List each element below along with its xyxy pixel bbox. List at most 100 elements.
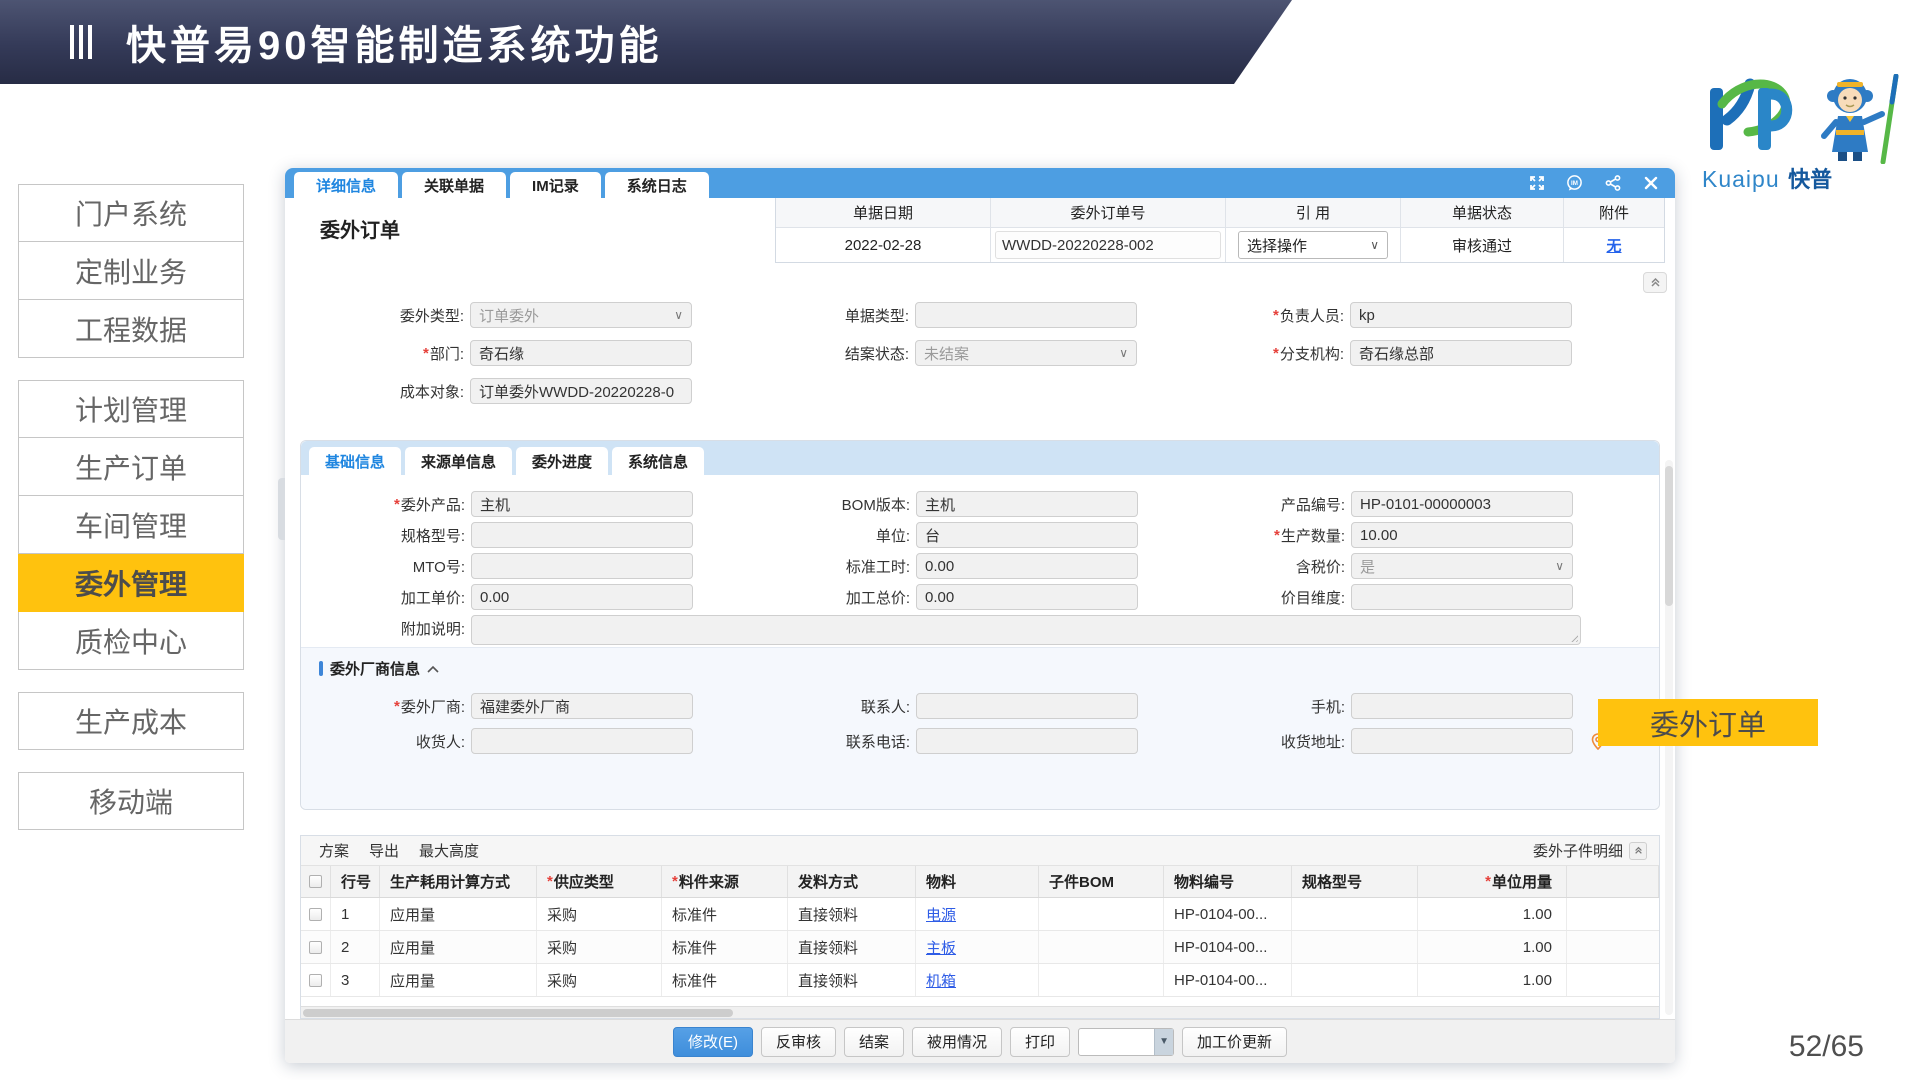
sidebar-item-engineering-data[interactable]: 工程数据 xyxy=(18,300,244,358)
bom-version-input[interactable]: 主机 xyxy=(916,491,1138,517)
reference-select[interactable]: 选择操作 ∨ xyxy=(1238,231,1388,259)
field-label: 成本对象: xyxy=(285,381,470,402)
contact-phone-input[interactable] xyxy=(916,728,1138,754)
delivery-address-input[interactable] xyxy=(1351,728,1573,754)
header-col-order-no: 委外订单号 xyxy=(991,198,1226,228)
grid-panel-label: 委外子件明细 xyxy=(1533,840,1623,861)
row-checkbox[interactable] xyxy=(309,941,322,954)
spec-model-input[interactable] xyxy=(471,522,693,548)
usage-status-button[interactable]: 被用情况 xyxy=(912,1027,1002,1057)
tab-detail-info[interactable]: 详细信息 xyxy=(294,172,398,198)
sidebar-item-portal[interactable]: 门户系统 xyxy=(18,184,244,242)
cell-material-source: 标准件 xyxy=(662,964,788,996)
logo-brand-zh: 快普 xyxy=(1788,167,1832,192)
export-button[interactable]: 导出 xyxy=(369,840,399,861)
attachment-link[interactable]: 无 xyxy=(1606,235,1621,256)
chevron-down-icon: ∨ xyxy=(1370,238,1379,252)
print-button[interactable]: 打印 xyxy=(1010,1027,1070,1057)
price-dimension-input[interactable] xyxy=(1351,584,1573,610)
tab-related-documents[interactable]: 关联单据 xyxy=(402,172,506,198)
horizontal-scrollbar[interactable] xyxy=(301,1006,1659,1018)
responsible-person-input[interactable]: kp xyxy=(1350,302,1572,328)
sidebar-item-quality-center[interactable]: 质检中心 xyxy=(18,612,244,670)
max-height-button[interactable]: 最大高度 xyxy=(419,840,479,861)
outsourcing-type-select[interactable]: 订单委外∨ xyxy=(470,302,692,328)
page-number: 52/65 xyxy=(1789,1030,1864,1064)
col-issue-method: 发料方式 xyxy=(788,866,916,897)
branch-input[interactable]: 奇石缘总部 xyxy=(1350,340,1572,366)
window-side-handle[interactable] xyxy=(278,478,285,540)
sidebar-item-plan-management[interactable]: 计划管理 xyxy=(18,380,244,438)
table-row[interactable]: 2 应用量 采购 标准件 直接领料 主板 HP-0104-00... 1.00 xyxy=(301,931,1659,964)
col-row-number: 行号 xyxy=(331,866,380,897)
table-row[interactable]: 1 应用量 采购 标准件 直接领料 电源 HP-0104-00... 1.00 xyxy=(301,898,1659,931)
scrollbar-thumb[interactable] xyxy=(303,1009,733,1017)
material-link[interactable]: 机箱 xyxy=(926,970,956,991)
tab-system-info[interactable]: 系统信息 xyxy=(612,447,704,475)
sidebar-item-outsourcing-management[interactable]: 委外管理 xyxy=(18,554,244,612)
production-qty-input[interactable]: 10.00 xyxy=(1351,522,1573,548)
tab-source-document[interactable]: 来源单信息 xyxy=(405,447,512,475)
child-items-grid: 方案 导出 最大高度 委外子件明细 行号 生产耗用计算方式 *供应类型 *料件来… xyxy=(300,835,1660,1019)
grid-collapse-button[interactable] xyxy=(1629,842,1647,860)
close-case-button[interactable]: 结案 xyxy=(844,1027,904,1057)
row-checkbox[interactable] xyxy=(309,908,322,921)
process-total-price-input[interactable]: 0.00 xyxy=(916,584,1138,610)
col-child-bom: 子件BOM xyxy=(1039,866,1164,897)
chevron-up-icon[interactable] xyxy=(427,665,439,673)
unapprove-button[interactable]: 反审核 xyxy=(761,1027,836,1057)
more-actions-select[interactable]: ▼ xyxy=(1078,1028,1174,1056)
closing-status-select[interactable]: 未结案∨ xyxy=(915,340,1137,366)
collapse-header-button[interactable] xyxy=(1643,272,1667,293)
select-all-checkbox[interactable] xyxy=(309,875,322,888)
row-checkbox[interactable] xyxy=(309,974,322,987)
scheme-button[interactable]: 方案 xyxy=(319,840,349,861)
department-input[interactable]: 奇石缘 xyxy=(470,340,692,366)
process-unit-price-input[interactable]: 0.00 xyxy=(471,584,693,610)
sidebar-item-production-cost[interactable]: 生产成本 xyxy=(18,692,244,750)
tab-basic-info[interactable]: 基础信息 xyxy=(309,447,401,475)
scrollbar-thumb[interactable] xyxy=(1665,466,1673,606)
title-bars-icon xyxy=(70,25,92,59)
document-header-table: 单据日期 委外订单号 引 用 单据状态 附件 2022-02-28 WWDD-2… xyxy=(775,198,1665,263)
outsourced-product-input[interactable]: 主机 xyxy=(471,491,693,517)
unit-input[interactable]: 台 xyxy=(916,522,1138,548)
tab-outsourcing-progress[interactable]: 委外进度 xyxy=(516,447,608,475)
mto-number-input[interactable] xyxy=(471,553,693,579)
tab-system-log[interactable]: 系统日志 xyxy=(605,172,709,198)
sidebar-item-workshop-management[interactable]: 车间管理 xyxy=(18,496,244,554)
cell-consumption-calc: 应用量 xyxy=(380,898,537,930)
field-label: *负责人员: xyxy=(1145,305,1350,326)
process-price-update-button[interactable]: 加工价更新 xyxy=(1182,1027,1287,1057)
field-label: 收货人: xyxy=(301,731,471,752)
fullscreen-icon[interactable] xyxy=(1528,175,1545,192)
cell-row-number: 3 xyxy=(331,964,380,996)
material-link[interactable]: 主板 xyxy=(926,937,956,958)
consignee-input[interactable] xyxy=(471,728,693,754)
cost-object-input[interactable]: 订单委外WWDD-20220228-0 xyxy=(470,378,692,404)
field-label: *分支机构: xyxy=(1145,343,1350,364)
table-row[interactable]: 3 应用量 采购 标准件 直接领料 机箱 HP-0104-00... 1.00 xyxy=(301,964,1659,997)
additional-notes-textarea[interactable] xyxy=(471,615,1581,645)
cell-material-source: 标准件 xyxy=(662,898,788,930)
product-code-input[interactable]: HP-0101-00000003 xyxy=(1351,491,1573,517)
sidebar-item-mobile[interactable]: 移动端 xyxy=(18,772,244,830)
document-date: 2022-02-28 xyxy=(776,228,991,262)
modify-button[interactable]: 修改(E) xyxy=(673,1027,753,1057)
mobile-input[interactable] xyxy=(1351,693,1573,719)
document-type-input[interactable] xyxy=(915,302,1137,328)
im-chat-icon[interactable]: IM xyxy=(1566,175,1583,192)
standard-hours-input[interactable]: 0.00 xyxy=(916,553,1138,579)
sidebar-item-custom-business[interactable]: 定制业务 xyxy=(18,242,244,300)
vendor-name-input[interactable]: 福建委外厂商 xyxy=(471,693,693,719)
additional-notes-row: 附加说明: xyxy=(301,615,1659,645)
contact-person-input[interactable] xyxy=(916,693,1138,719)
tax-included-select[interactable]: 是∨ xyxy=(1351,553,1573,579)
field-label: *委外产品: xyxy=(301,494,471,515)
sidebar-item-production-order[interactable]: 生产订单 xyxy=(18,438,244,496)
share-icon[interactable] xyxy=(1604,175,1621,192)
material-link[interactable]: 电源 xyxy=(926,904,956,925)
order-number-input[interactable]: WWDD-20220228-002 xyxy=(995,231,1221,259)
close-icon[interactable] xyxy=(1642,175,1659,192)
tab-im-records[interactable]: IM记录 xyxy=(510,172,601,198)
